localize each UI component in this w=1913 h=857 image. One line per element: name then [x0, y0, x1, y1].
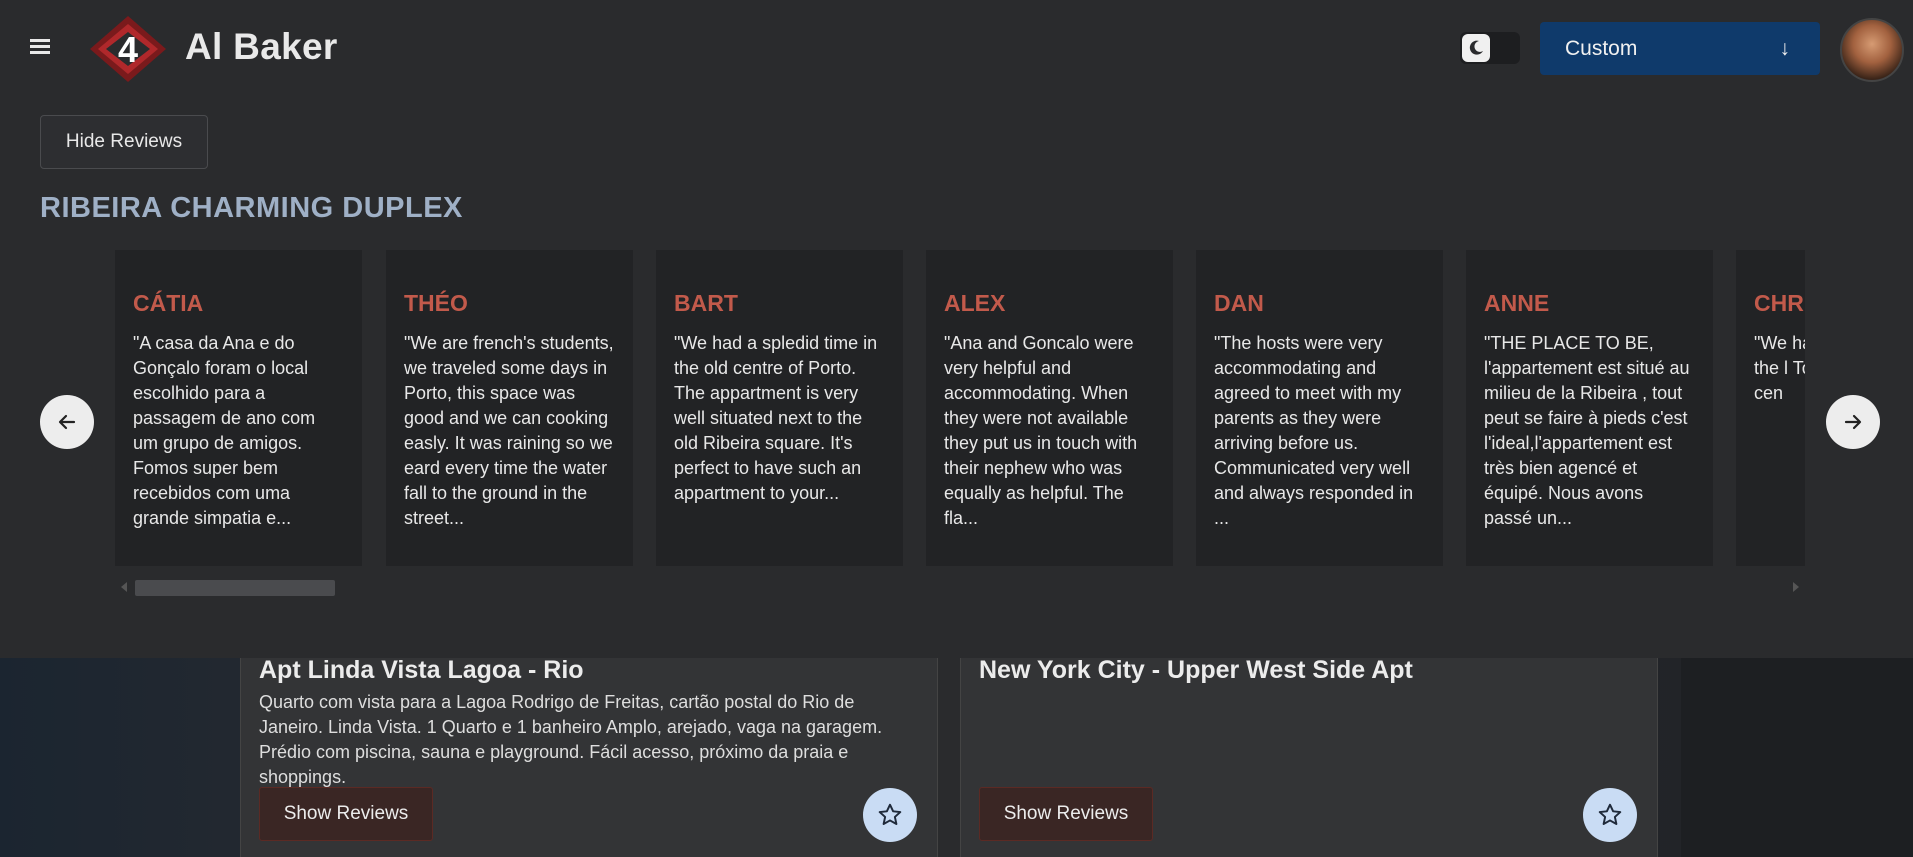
review-card: BART "We had a spledid time in the old c…	[656, 250, 903, 566]
reviewer-name: CHRI	[1754, 290, 1805, 316]
review-text: "We had a spledid time in the old centre…	[674, 333, 878, 503]
listing-card: New York City - Upper West Side Apt Show…	[960, 656, 1658, 857]
hamburger-menu-button[interactable]	[30, 36, 60, 60]
filter-select-value: Custom	[1565, 36, 1638, 60]
review-text: "The hosts were very accommodating and a…	[1214, 333, 1414, 528]
star-icon	[1598, 803, 1622, 825]
review-card: DAN "The hosts were very accommodating a…	[1196, 250, 1443, 566]
svg-text:4: 4	[118, 29, 138, 70]
scroll-right-arrow[interactable]	[1793, 582, 1799, 592]
arrow-left-icon	[58, 414, 76, 430]
reviewer-name: ANNE	[1484, 290, 1550, 316]
hamburger-icon-line	[30, 51, 50, 54]
arrow-right-icon	[1844, 414, 1862, 430]
reviewer-name: CÁTIA	[133, 290, 204, 316]
star-icon	[878, 803, 902, 825]
listing-card: Apt Linda Vista Lagoa - Rio Quarto com v…	[240, 656, 938, 857]
hamburger-icon	[30, 39, 50, 42]
reviewer-name: DAN	[1214, 290, 1264, 316]
show-reviews-button[interactable]: Show Reviews	[259, 787, 433, 841]
review-card: ANNE "THE PLACE TO BE, l'appartement est…	[1466, 250, 1713, 566]
review-card: ALEX "Ana and Goncalo were very helpful …	[926, 250, 1173, 566]
moon-icon	[1462, 34, 1490, 62]
listing-card-description: Quarto com vista para a Lagoa Rodrigo de…	[259, 692, 883, 787]
hide-reviews-button[interactable]: Hide Reviews	[40, 115, 208, 169]
logo-icon: 4	[88, 14, 168, 84]
reviews-carousel[interactable]: CÁTIA "A casa da Ana e do Gonçalo foram …	[115, 250, 1805, 568]
review-text: "We are french's students, we traveled s…	[404, 333, 614, 528]
background-right	[1681, 658, 1913, 857]
hamburger-icon-line	[30, 45, 50, 48]
scrollbar-thumb[interactable]	[135, 580, 335, 596]
favorite-button[interactable]	[1583, 788, 1637, 842]
avatar[interactable]	[1840, 18, 1904, 82]
favorite-button[interactable]	[863, 788, 917, 842]
listing-title: RIBEIRA CHARMING DUPLEX	[40, 192, 463, 224]
carousel-scrollbar[interactable]	[115, 578, 1805, 598]
review-text: "A casa da Ana e do Gonçalo foram o loca…	[133, 333, 316, 528]
chevron-down-icon: ↓	[1779, 36, 1791, 60]
review-text: "We ha Porto. A apartm in the l Town a m…	[1754, 333, 1805, 403]
carousel-prev-button[interactable]	[40, 395, 94, 449]
listing-card-title: Apt Linda Vista Lagoa - Rio	[259, 656, 584, 684]
reviewer-name: ALEX	[944, 290, 1006, 316]
filter-select[interactable]: Custom ↓	[1540, 22, 1820, 75]
review-card: CÁTIA "A casa da Ana e do Gonçalo foram …	[115, 250, 362, 566]
scroll-left-arrow[interactable]	[121, 582, 127, 592]
show-reviews-button[interactable]: Show Reviews	[979, 787, 1153, 841]
review-card: THÉO "We are french's students, we trave…	[386, 250, 633, 566]
theme-toggle[interactable]	[1460, 32, 1520, 64]
reviewer-name: THÉO	[404, 290, 468, 316]
review-text: "Ana and Goncalo were very helpful and a…	[944, 333, 1138, 528]
listing-card-title: New York City - Upper West Side Apt	[979, 656, 1413, 684]
reviews-panel: Hide Reviews RIBEIRA CHARMING DUPLEX CÁT…	[0, 100, 1913, 658]
review-card: CHRI "We ha Porto. A apartm in the l Tow…	[1736, 250, 1805, 566]
brand-name: Al Baker	[185, 26, 338, 67]
carousel-next-button[interactable]	[1826, 395, 1880, 449]
app-header: 4 Al Baker Custom ↓	[0, 0, 1913, 100]
reviewer-name: BART	[674, 290, 738, 316]
review-text: "THE PLACE TO BE, l'appartement est situ…	[1484, 333, 1690, 528]
